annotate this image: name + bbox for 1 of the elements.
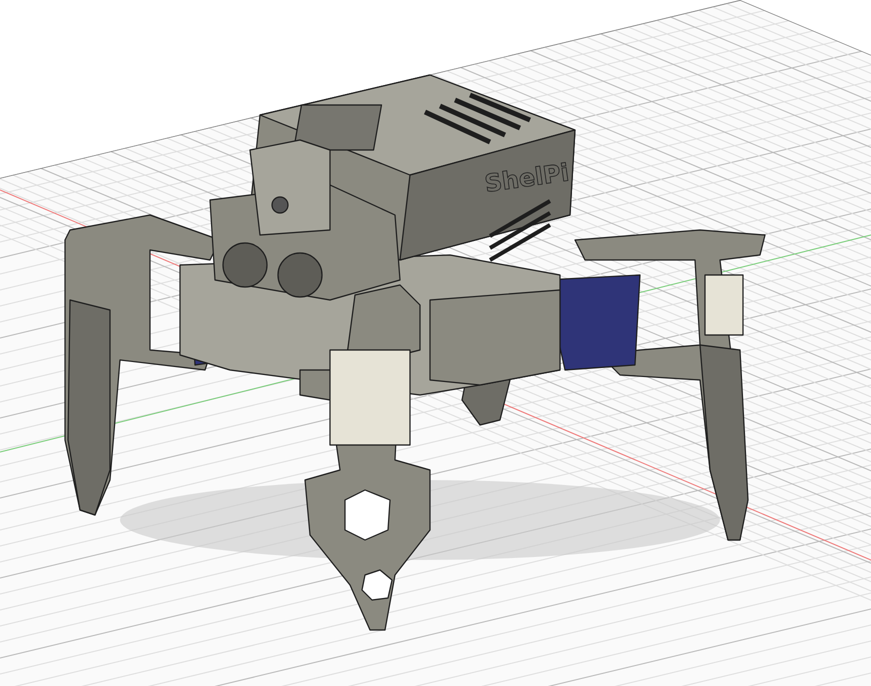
model-label: ShelPi — [482, 158, 571, 198]
